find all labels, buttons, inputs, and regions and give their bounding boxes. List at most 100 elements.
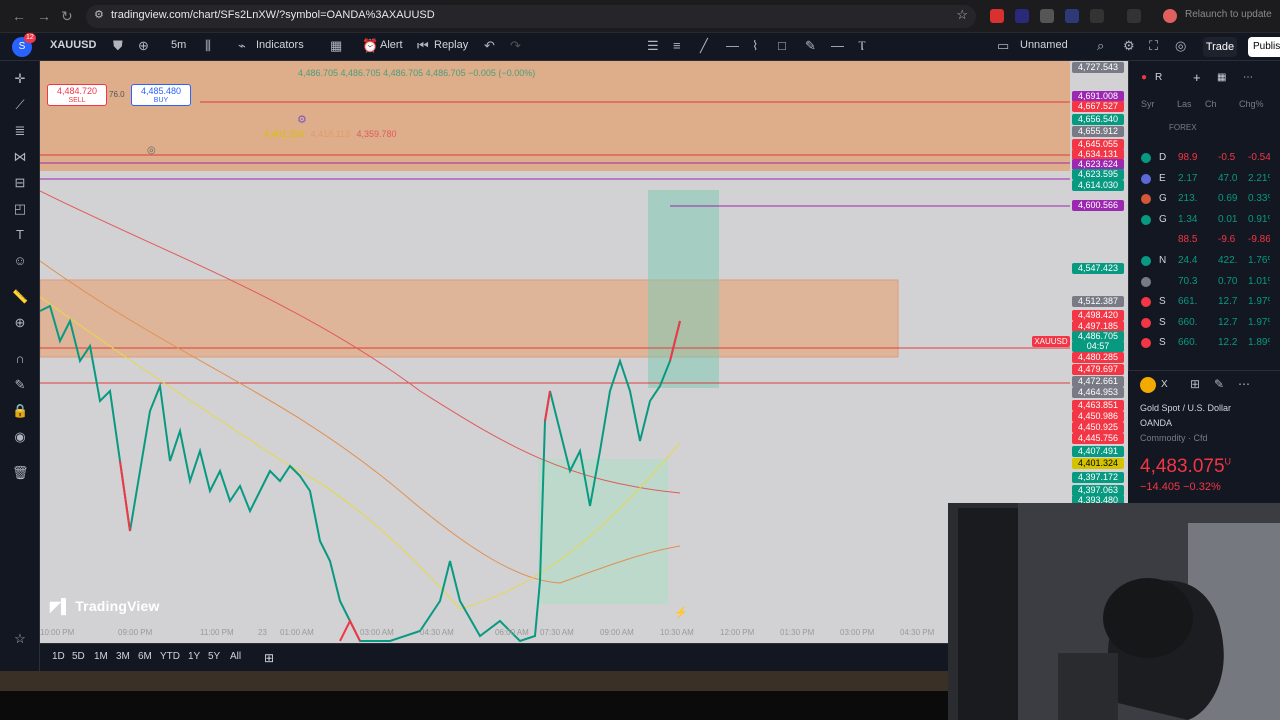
column-change[interactable]: Ch — [1205, 99, 1217, 109]
bookmark-star-icon[interactable]: ☆ — [956, 7, 968, 23]
text-tool-icon[interactable]: Ⲧ — [858, 38, 866, 54]
profile-avatar[interactable] — [1163, 9, 1177, 23]
alert-icon: ⏰ — [362, 38, 379, 53]
favorites-icon[interactable]: ☆ — [12, 631, 28, 647]
shield-icon[interactable]: ⛊ — [113, 38, 123, 54]
settings-icon[interactable]: ⚙ — [1123, 38, 1135, 54]
trade-button[interactable]: Trade — [1203, 37, 1237, 57]
range-button[interactable]: 6M — [138, 651, 152, 662]
search-icon[interactable]: ⌕ — [1097, 38, 1104, 54]
icon-tool-icon[interactable]: ☺ — [12, 253, 28, 269]
alert-button[interactable]: Alert — [380, 39, 403, 51]
more-icon[interactable]: ⋯ — [1243, 72, 1253, 83]
extension-icon[interactable] — [1065, 9, 1079, 23]
site-settings-icon[interactable]: ⚙ — [94, 8, 104, 21]
calendar-icon[interactable]: ⊞ — [264, 651, 274, 665]
trash-icon[interactable]: 🗑 — [12, 465, 29, 481]
watchlist-row[interactable]: G 213. 0.69 0.33% — [1129, 189, 1280, 209]
range-button[interactable]: 1D — [52, 651, 65, 662]
drawing-tool-icon[interactable]: ☰ — [647, 38, 659, 54]
trendline-icon[interactable]: ╱ — [700, 38, 708, 54]
watchlist-row[interactable]: 70.3 0.70 1.01% — [1129, 272, 1280, 292]
watchlist-title[interactable]: R — [1155, 72, 1162, 83]
watchlist-row[interactable]: S 660. 12.7 1.97% — [1129, 313, 1280, 333]
add-symbol-icon[interactable]: + — [1193, 70, 1201, 85]
range-button[interactable]: YTD — [160, 651, 180, 662]
layout-icon[interactable]: ▦ — [1217, 72, 1226, 83]
horizontal-line-icon[interactable]: — — [726, 38, 739, 53]
hide-icon[interactable]: ◉ — [12, 429, 28, 445]
extension-icon[interactable] — [990, 9, 1004, 23]
trendline-tool-icon[interactable]: ⟋ — [12, 97, 28, 113]
watchlist-row[interactable]: E 2.17 47.0 2.21% — [1129, 169, 1280, 189]
text-tool-icon[interactable]: T — [12, 227, 28, 243]
layout-icon[interactable]: ▭ — [997, 38, 1009, 54]
relaunch-button[interactable]: Relaunch to update — [1185, 9, 1272, 20]
column-last[interactable]: Las — [1177, 99, 1192, 109]
range-button[interactable]: 1Y — [188, 651, 200, 662]
exchange-name[interactable]: OANDA — [1140, 418, 1172, 428]
zoom-in-icon[interactable]: ⊕ — [12, 315, 28, 331]
forward-icon[interactable]: → — [37, 8, 51, 24]
section-header[interactable]: FOREX — [1169, 123, 1197, 132]
templates-icon[interactable]: ▦ — [330, 38, 342, 54]
lock-icon[interactable]: 🔒 — [12, 403, 28, 419]
indicators-button[interactable]: Indicators — [256, 39, 304, 51]
sell-button[interactable]: 4,484.720 SELL — [47, 84, 107, 106]
symbol-search[interactable]: XAUUSD — [50, 39, 96, 51]
undo-icon[interactable]: ↶ — [484, 38, 495, 54]
extension-icon[interactable] — [1040, 9, 1054, 23]
layout-name[interactable]: Unnamed — [1020, 39, 1068, 51]
ruler-icon[interactable]: 📏 — [12, 289, 28, 305]
fullscreen-icon[interactable]: ⛶ — [1149, 38, 1158, 54]
rectangle-icon[interactable]: □ — [778, 38, 786, 53]
more-icon[interactable]: ⋯ — [1238, 377, 1250, 391]
range-button[interactable]: 5D — [72, 651, 85, 662]
brush-icon[interactable]: ✎ — [805, 38, 816, 54]
fib-tool-icon[interactable]: ≣ — [12, 123, 28, 139]
webcam-overlay — [948, 503, 1280, 720]
extension-icon[interactable] — [1015, 9, 1029, 23]
shape-tool-icon[interactable]: ◰ — [12, 201, 28, 217]
user-avatar[interactable]: S 12 — [12, 33, 36, 57]
watchlist-row[interactable]: D 98.9 -0.5 -0.54% — [1129, 148, 1280, 168]
range-button[interactable]: 3M — [116, 651, 130, 662]
add-symbol-icon[interactable]: ⊕ — [138, 38, 149, 54]
buy-button[interactable]: 4,485.480 BUY — [131, 84, 191, 106]
watchlist-row[interactable]: 88.5 -9.6 -9.86% — [1129, 230, 1280, 250]
pattern-tool-icon[interactable]: ⋈ — [12, 149, 28, 165]
drawing-tool-icon[interactable]: ≡ — [673, 38, 681, 53]
column-symbol[interactable]: Syr — [1141, 99, 1155, 109]
ohlc-legend: 4,486.705 4,486.705 4,486.705 4,486.705 … — [298, 68, 536, 78]
column-change-percent[interactable]: Chg% — [1239, 99, 1264, 109]
range-button[interactable]: 1M — [94, 651, 108, 662]
range-button[interactable]: All — [230, 651, 241, 662]
address-bar[interactable]: ⚙ tradingview.com/chart/SFs2LnXW/?symbol… — [86, 5, 976, 28]
redo-icon[interactable]: ↷ — [510, 38, 521, 54]
flash-icon[interactable]: ⚡ — [674, 606, 688, 619]
stay-drawing-icon[interactable]: ✎ — [12, 377, 28, 393]
extension-icon[interactable] — [1127, 9, 1141, 23]
watchlist-row[interactable]: N 24.4 422. 1.76% — [1129, 251, 1280, 271]
eye-icon[interactable]: ◎ — [147, 145, 156, 156]
crosshair-icon[interactable]: ✛ — [12, 71, 28, 87]
watchlist-row[interactable]: S 660. 12.2 1.89% — [1129, 333, 1280, 353]
edit-icon[interactable]: ✎ — [1214, 377, 1224, 391]
back-icon[interactable]: ← — [12, 8, 26, 24]
publish-button[interactable]: Publis — [1248, 37, 1280, 57]
extension-icon[interactable] — [1090, 9, 1104, 23]
projection-tool-icon[interactable]: ⊟ — [12, 175, 28, 191]
path-icon[interactable]: ⌇ — [752, 38, 758, 54]
camera-icon[interactable]: ◎ — [1175, 38, 1186, 54]
replay-button[interactable]: Replay — [434, 39, 468, 51]
watchlist-row[interactable]: G 1.34 0.01 0.91% — [1129, 210, 1280, 230]
interval-button[interactable]: 5m — [171, 39, 186, 51]
settings-icon[interactable]: ⚙ — [297, 113, 307, 126]
reload-icon[interactable]: ↻ — [61, 8, 73, 25]
watchlist-row[interactable]: S 661. 12.7 1.97% — [1129, 292, 1280, 312]
range-button[interactable]: 5Y — [208, 651, 220, 662]
grid-icon[interactable]: ⊞ — [1190, 377, 1200, 391]
ray-icon[interactable]: — — [831, 38, 844, 53]
magnet-icon[interactable]: ∩ — [12, 351, 28, 367]
candles-icon[interactable]: ⫼ — [205, 38, 211, 54]
